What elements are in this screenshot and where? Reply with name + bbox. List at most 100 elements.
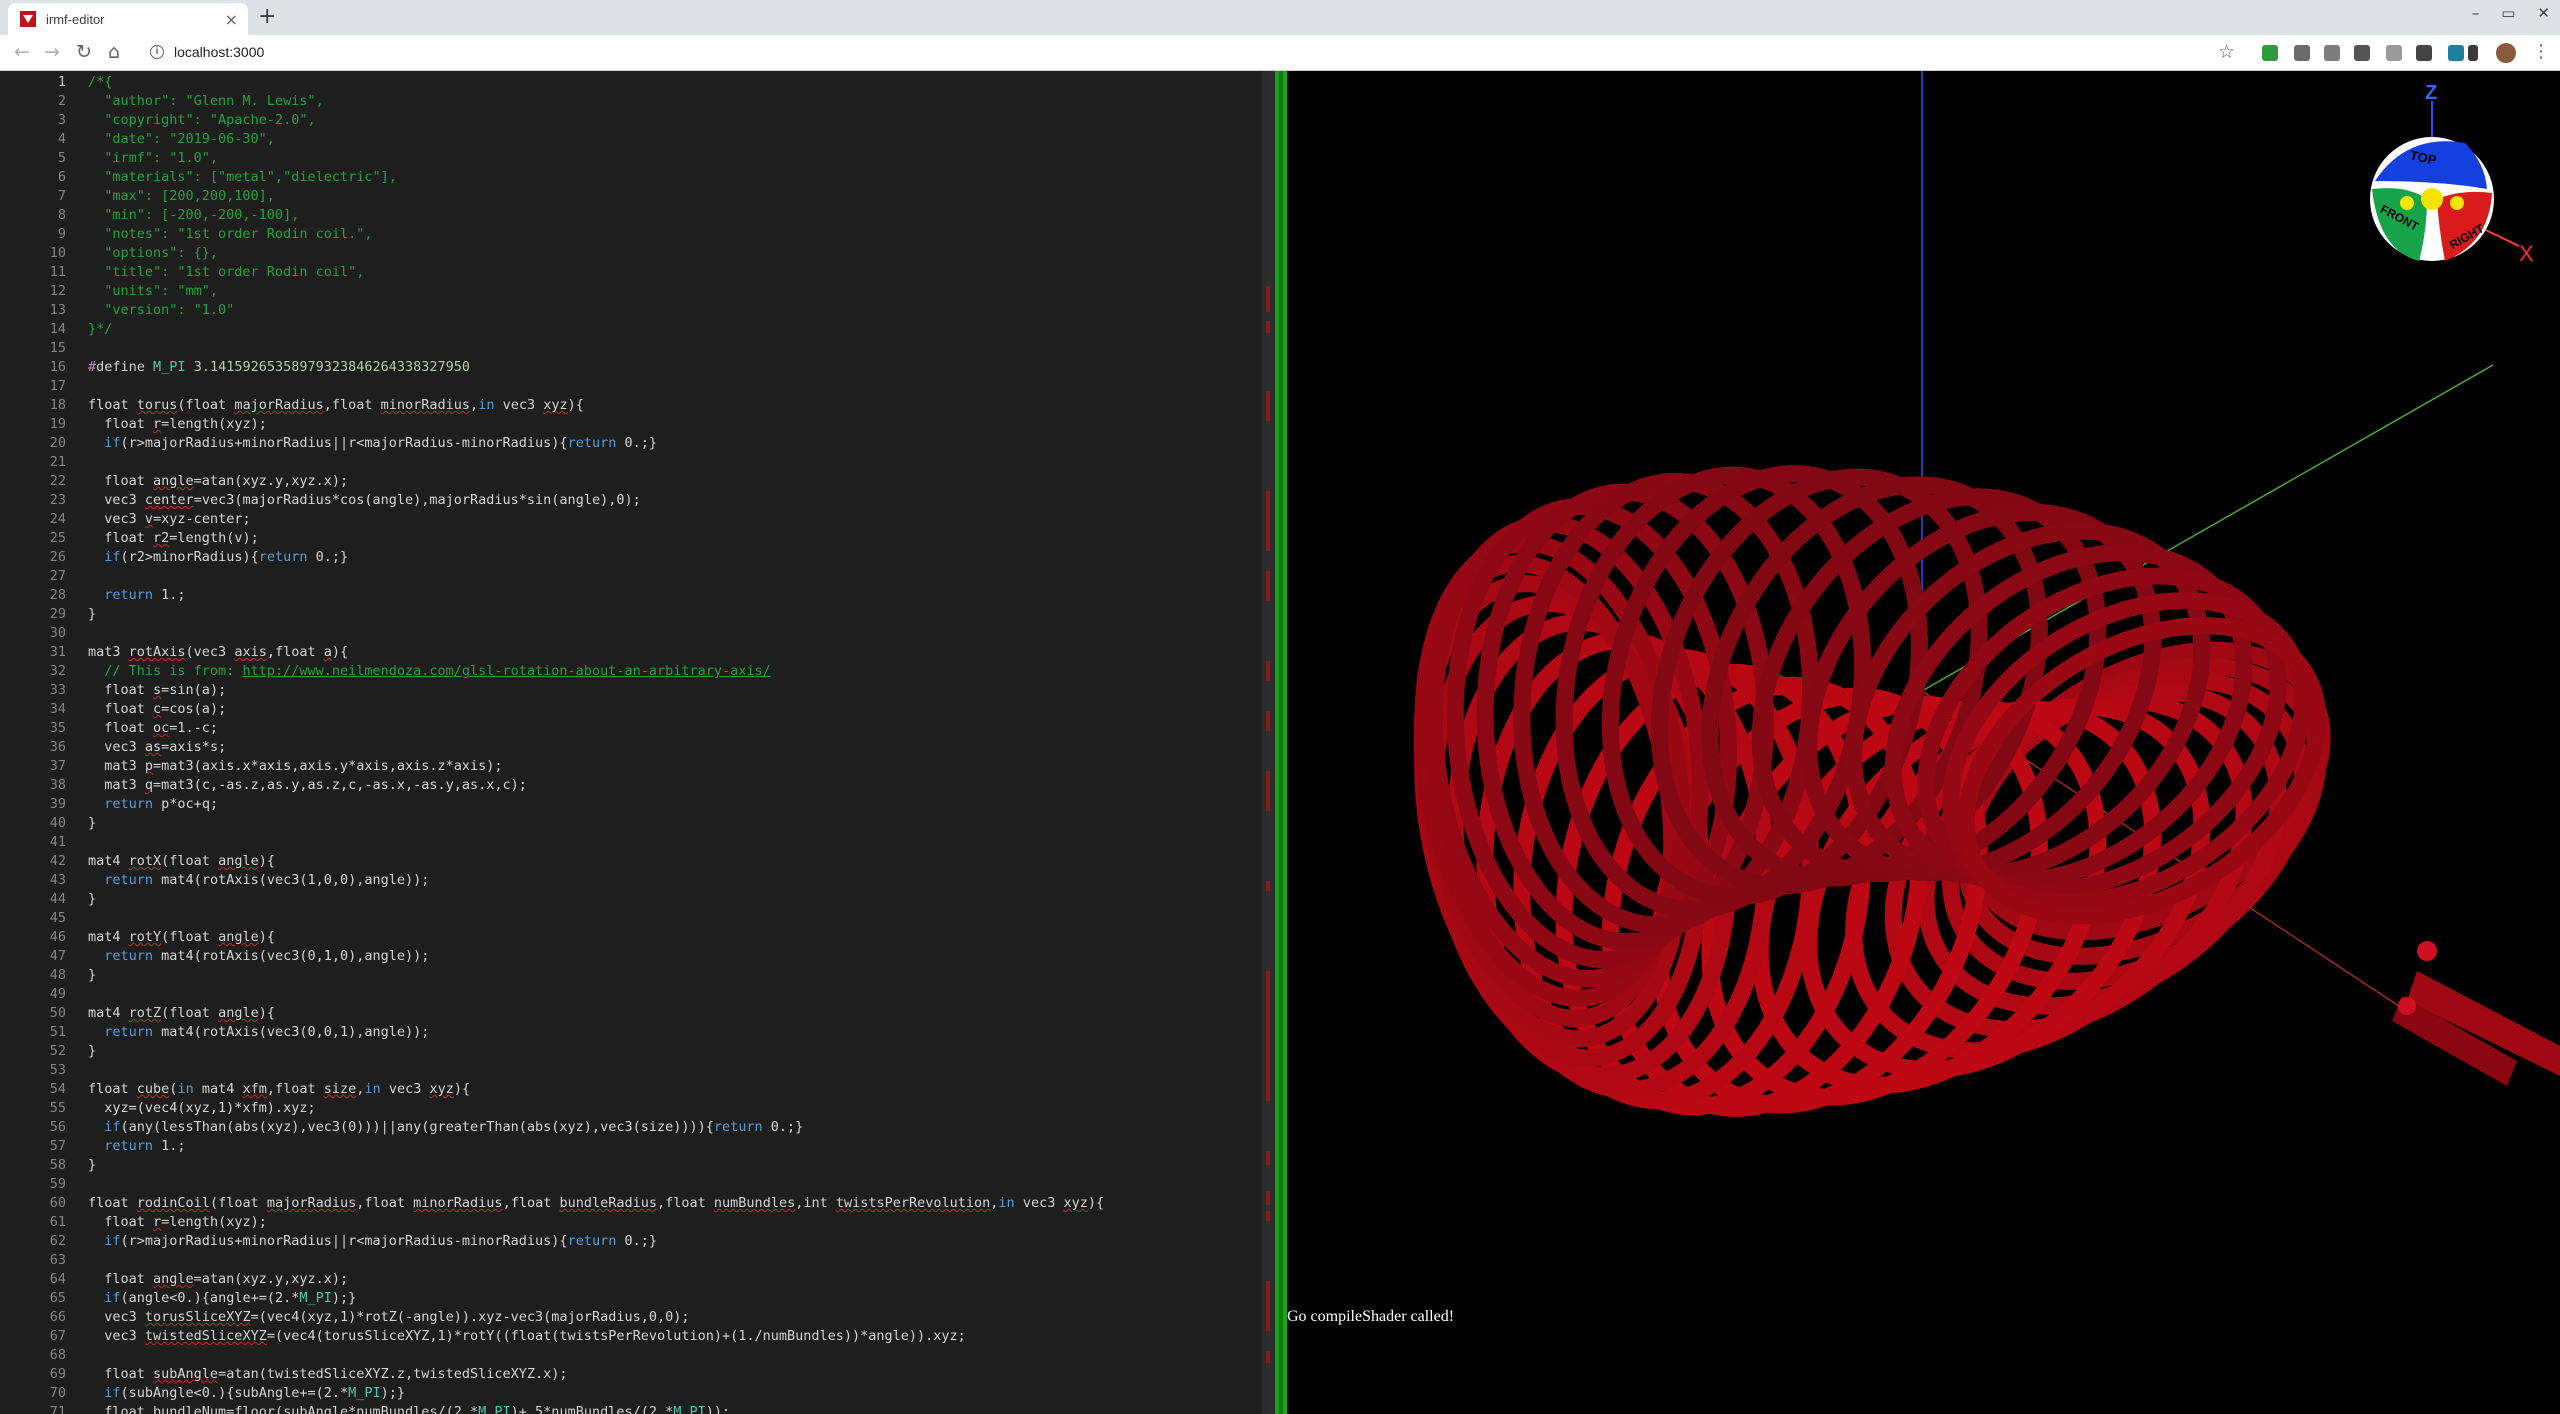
orientation-gizmo[interactable]: Z X TOP FRONT RIGHT [2370,82,2534,266]
error-marker[interactable] [1266,1351,1270,1363]
code-line[interactable]: #define M_PI 3.1415926535897932384626433… [88,358,1104,377]
code-line[interactable]: "irmf": "1.0", [88,149,1104,168]
error-marker[interactable] [1266,1211,1270,1221]
code-line[interactable]: "copyright": "Apache-2.0", [88,111,1104,130]
code-line[interactable]: if(angle<0.){angle+=(2.*M_PI);} [88,1289,1104,1308]
error-marker[interactable] [1266,1151,1270,1165]
code-line[interactable]: vec3 torusSliceXYZ=(vec4(xyz,1)*rotZ(-an… [88,1308,1104,1327]
error-marker[interactable] [1266,711,1270,731]
code-line[interactable]: "notes": "1st order Rodin coil.", [88,225,1104,244]
error-marker[interactable] [1266,321,1270,333]
code-line[interactable]: return mat4(rotAxis(vec3(0,1,0),angle)); [88,947,1104,966]
code-line[interactable] [88,1251,1104,1270]
3d-viewer[interactable]: Z X TOP FRONT RIGHT Go compileShader cal… [1287,71,2560,1414]
code-line[interactable]: return mat4(rotAxis(vec3(0,0,1),angle)); [88,1023,1104,1042]
code-line[interactable]: "materials": ["metal","dielectric"], [88,168,1104,187]
back-button[interactable]: ← [14,41,30,63]
error-marker[interactable] [1266,286,1270,312]
viewer-canvas[interactable]: Z X TOP FRONT RIGHT [1287,71,2560,1414]
code-line[interactable] [88,909,1104,928]
code-line[interactable]: if(any(lessThan(abs(xyz),vec3(0)))||any(… [88,1118,1104,1137]
extension-bottle-icon[interactable] [2386,45,2402,61]
minimize-button[interactable]: – [2472,4,2480,22]
code-line[interactable]: mat4 rotX(float angle){ [88,852,1104,871]
extension-green-arrow-icon[interactable] [2262,45,2278,61]
code-line[interactable] [88,833,1104,852]
code-line[interactable]: "options": {}, [88,244,1104,263]
code-line[interactable]: "version": "1.0" [88,301,1104,320]
gizmo-corner-knob[interactable] [2400,196,2414,210]
code-line[interactable]: vec3 twistedSliceXYZ=(vec4(torusSliceXYZ… [88,1327,1104,1346]
code-line[interactable]: return 1.; [88,1137,1104,1156]
bookmark-star-icon[interactable]: ☆ [2218,41,2235,63]
extension-plane-icon[interactable] [2416,45,2432,61]
code-line[interactable] [88,377,1104,396]
code-line[interactable]: float subAngle=atan(twistedSliceXYZ.z,tw… [88,1365,1104,1384]
extension-dark-icon[interactable] [2468,45,2478,61]
code-line[interactable]: float angle=atan(xyz.y,xyz.x); [88,1270,1104,1289]
code-line[interactable]: "author": "Glenn M. Lewis", [88,92,1104,111]
code-line[interactable]: float oc=1.-c; [88,719,1104,738]
code-line[interactable]: "date": "2019-06-30", [88,130,1104,149]
restore-button[interactable]: ▭ [2501,4,2515,22]
code-line[interactable]: float bundleNum=floor(subAngle*numBundle… [88,1403,1104,1414]
code-line[interactable]: mat3 p=mat3(axis.x*axis,axis.y*axis,axis… [88,757,1104,776]
code-line[interactable]: float r2=length(v); [88,529,1104,548]
error-marker[interactable] [1266,881,1270,891]
browser-tab[interactable]: irmf-editor × [8,3,248,35]
editor-overview-ruler[interactable] [1266,71,1275,1414]
code-line[interactable]: "title": "1st order Rodin coil", [88,263,1104,282]
code-line[interactable]: // This is from: http://www.neilmendoza.… [88,662,1104,681]
code-line[interactable]: float r=length(xyz); [88,415,1104,434]
forward-button[interactable]: → [44,41,60,63]
code-line[interactable] [88,567,1104,586]
code-line[interactable]: "max": [200,200,100], [88,187,1104,206]
code-line[interactable]: vec3 v=xyz-center; [88,510,1104,529]
code-line[interactable]: float angle=atan(xyz.y,xyz.x); [88,472,1104,491]
site-info-icon[interactable]: i [150,45,164,59]
code-line[interactable]: "min": [-200,-200,-100], [88,206,1104,225]
code-line[interactable]: } [88,966,1104,985]
code-line[interactable] [88,1346,1104,1365]
code-line[interactable]: return p*oc+q; [88,795,1104,814]
code-line[interactable]: if(r>majorRadius+minorRadius||r<majorRad… [88,434,1104,453]
code-line[interactable]: float cube(in mat4 xfm,float size,in vec… [88,1080,1104,1099]
address-bar[interactable]: localhost:3000 [174,44,264,60]
code-line[interactable]: float torus(float majorRadius,float mino… [88,396,1104,415]
code-line[interactable]: } [88,605,1104,624]
error-marker[interactable] [1266,1191,1270,1205]
code-line[interactable]: float s=sin(a); [88,681,1104,700]
code-line[interactable]: if(r2>minorRadius){return 0.;} [88,548,1104,567]
error-marker[interactable] [1266,391,1270,421]
code-line[interactable] [88,453,1104,472]
code-line[interactable]: float rodinCoil(float majorRadius,float … [88,1194,1104,1213]
code-line[interactable]: /*{ [88,73,1104,92]
error-marker[interactable] [1266,771,1270,811]
new-tab-button[interactable]: + [258,4,276,29]
code-line[interactable]: vec3 as=axis*s; [88,738,1104,757]
code-line[interactable]: mat3 rotAxis(vec3 axis,float a){ [88,643,1104,662]
code-line[interactable]: mat4 rotZ(float angle){ [88,1004,1104,1023]
code-line[interactable]: } [88,890,1104,909]
pane-splitter-handle[interactable] [1279,71,1283,1414]
code-line[interactable]: xyz=(vec4(xyz,1)*xfm).xyz; [88,1099,1104,1118]
code-line[interactable]: } [88,1042,1104,1061]
extension-archive-icon[interactable] [2294,45,2310,61]
code-line[interactable]: mat3 q=mat3(c,-as.z,as.y,as.z,c,-as.x,-a… [88,776,1104,795]
code-line[interactable]: vec3 center=vec3(majorRadius*cos(angle),… [88,491,1104,510]
code-line[interactable]: "units": "mm", [88,282,1104,301]
code-line[interactable]: return mat4(rotAxis(vec3(1,0,0),angle)); [88,871,1104,890]
reload-button[interactable]: ↻ [76,41,92,63]
error-marker[interactable] [1266,491,1270,551]
code-line[interactable]: if(subAngle<0.){subAngle+=(2.*M_PI);} [88,1384,1104,1403]
profile-avatar[interactable] [2496,43,2516,63]
extension-bookmark-icon[interactable] [2448,45,2464,61]
extension-mail-icon[interactable] [2354,45,2370,61]
gizmo-corner-knob[interactable] [2450,196,2464,210]
gizmo-center-knob[interactable] [2421,188,2443,210]
browser-menu-icon[interactable]: ⋮ [2532,41,2550,62]
code-line[interactable] [88,1061,1104,1080]
code-line[interactable] [88,985,1104,1004]
home-button[interactable]: ⌂ [108,41,120,63]
code-line[interactable]: return 1.; [88,586,1104,605]
